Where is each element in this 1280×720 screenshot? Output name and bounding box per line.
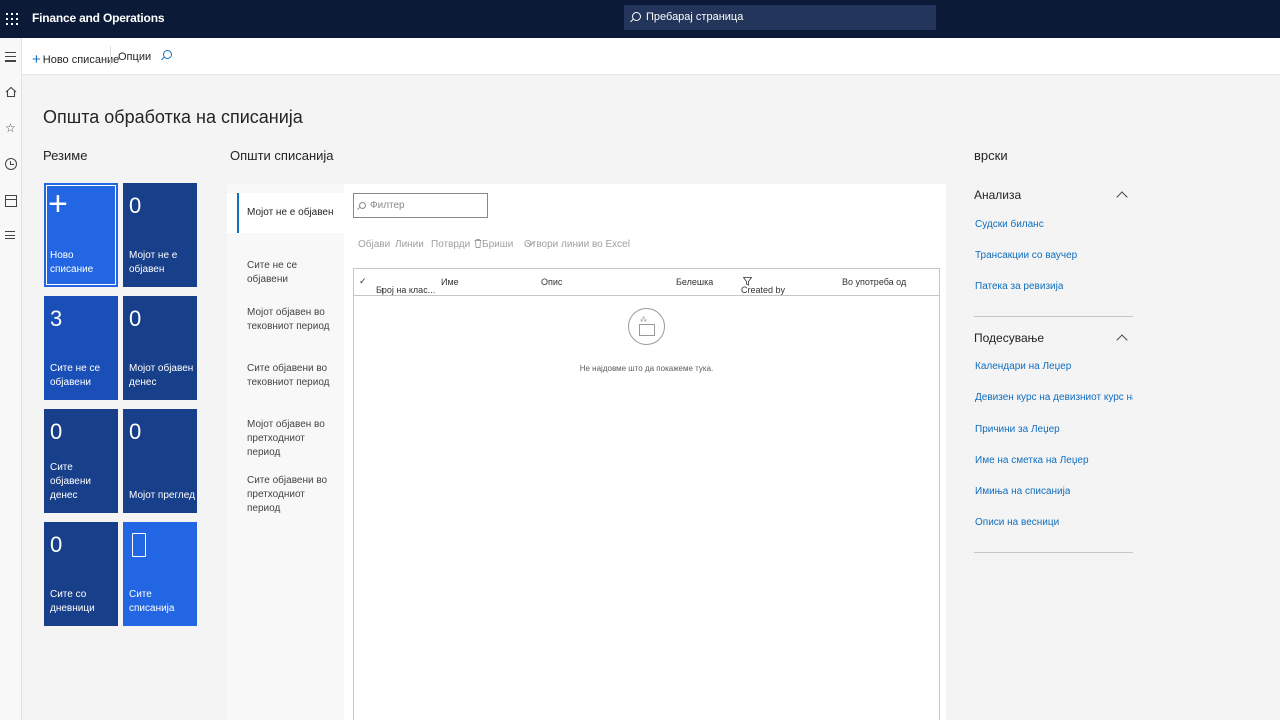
related-links-heading: врски [974,148,1008,163]
app-launcher-icon[interactable] [6,13,18,25]
toolbar-divider [110,46,111,66]
filter-placeholder: Филтер [370,200,405,211]
recent-clock-icon[interactable] [5,158,17,170]
tile-my-posted-today[interactable]: 0 Мојот објавен денес [123,296,197,400]
folder-icon [639,324,655,336]
tile-count: 0 [129,193,142,218]
link-journal-descriptions[interactable]: Описи на весници [975,517,1059,528]
column-header-name[interactable]: Име [441,277,459,287]
column-header-description[interactable]: Опис [541,277,562,287]
plus-icon: + [32,51,41,68]
sort-arrow-up-icon: ↑ [380,285,385,295]
tab-my-unposted[interactable]: Мојот не е објавен [227,193,344,233]
tile-my-unposted[interactable]: 0 Мојот не е објавен [123,183,197,287]
tab-my-posted-current[interactable]: Мојот објавен во тековниот период [227,306,344,334]
link-trial-balance[interactable]: Судски биланс [975,219,1044,230]
tile-all-with-logs[interactable]: 0 Сите со дневници [44,522,118,626]
filter-input[interactable]: Филтер [353,193,488,218]
search-icon [632,12,641,21]
link-exchange-rates[interactable]: Девизен курс на девизниот курс на ... [975,392,1133,403]
navigation-pane: ☆ [0,38,22,720]
options-button[interactable]: Опции [118,51,151,63]
divider [974,552,1133,553]
filter-search-icon [359,202,366,209]
link-voucher-transactions[interactable]: Трансакции со ваучер [975,250,1077,261]
tile-my-review[interactable]: 0 Мојот преглед [123,409,197,513]
link-ledger-reasons[interactable]: Причини за Леџер [975,424,1060,435]
empty-state-message: Не најдовме што да покажеме тука. [579,364,714,373]
tile-all-journals[interactable]: Сите списанија [123,522,197,626]
column-header-note[interactable]: Белешка [676,277,713,287]
tile-label: Мојот преглед [129,490,195,501]
new-journal-label: Ново списание [42,54,120,66]
link-journal-names[interactable]: Имиња на списанија [975,486,1070,497]
journals-grid: ✓ Број на клас... ↑ Име Опис Белешка Cre… [353,268,940,720]
page-title: Општа обработка на списанија [43,107,303,127]
trash-icon [474,239,482,248]
hamburger-menu-icon[interactable] [5,52,17,64]
grid-header: ✓ Број на клас... ↑ Име Опис Белешка Cre… [354,269,939,296]
divider [974,316,1133,317]
empty-state-folder-icon: ⁂ [628,308,665,345]
column-label: Број на клас... [376,285,436,295]
tile-all-unposted[interactable]: 3 Сите не се објавени [44,296,118,400]
top-bar: Finance and Operations Пребарај страница [0,0,1280,38]
tab-my-posted-previous[interactable]: Мојот објавен во претходниот период [227,418,344,460]
new-journal-button[interactable]: + Ново списание [32,50,120,68]
tile-label: Сите списанија [129,589,175,614]
tile-count: 0 [50,532,63,557]
lines-button[interactable]: Линии [395,239,424,250]
delete-label: Бриши [482,239,514,250]
journals-heading: Општи списанија [230,148,334,163]
chevron-up-icon[interactable] [1116,191,1128,203]
tile-label: Ново списание [50,250,94,275]
search-placeholder: Пребарај страница [646,11,744,23]
tile-count: 3 [50,306,63,331]
tab-all-posted-current[interactable]: Сите објавени во тековниот период [227,362,344,390]
favorites-star-icon[interactable]: ☆ [5,122,17,134]
tile-label: Сите не се објавени [50,363,101,388]
tile-all-posted-today[interactable]: 0 Сите објавени денес [44,409,118,513]
column-header-in-use-since[interactable]: Во употреба од [842,277,906,287]
validate-button[interactable]: Потврди [431,239,470,250]
app-title[interactable]: Finance and Operations [32,11,164,25]
link-ledger-calendars[interactable]: Календари на Леџер [975,361,1071,372]
page-search-input[interactable]: Пребарај страница [624,5,936,30]
workspaces-icon[interactable] [5,195,17,207]
summary-heading: Резиме [43,148,88,163]
column-label: Created by [741,285,786,295]
home-icon[interactable] [5,86,17,98]
tab-all-posted-previous[interactable]: Сите објавени во претходниот период [227,474,344,516]
journal-tabs: Мојот не е објавен Сите не се објавени М… [227,184,344,720]
tab-all-unposted[interactable]: Сите не се објавени [227,250,344,285]
journals-panel: Мојот не е објавен Сите не се објавени М… [227,184,946,720]
sparkle-icon: ⁂ [640,317,648,324]
tile-count: 0 [50,419,63,444]
select-all-checkmark-icon[interactable]: ✓ [359,276,367,287]
modules-list-icon[interactable] [5,231,17,243]
column-header-created-by[interactable]: Created by [741,277,785,295]
link-audit-trail[interactable]: Патека за ревизија [975,281,1063,292]
tile-count: 0 [129,306,142,331]
group-analysis-heading[interactable]: Анализа [974,188,1021,202]
plus-icon: + [48,185,68,223]
tile-label: Мојот не е објавен [129,250,178,275]
link-ledger-account-names[interactable]: Име на сметка на Леџер [975,455,1089,466]
open-lines-excel-label: Отвори линии во Excel [524,239,630,250]
post-button[interactable]: Објави [358,239,390,250]
tile-label: Сите со дневници [50,589,95,614]
tile-new-journal[interactable]: + Ново списание [44,183,118,287]
tile-count: 0 [129,419,142,444]
tile-label: Сите објавени денес [50,462,91,501]
delete-button[interactable]: Бриши [474,239,513,250]
action-search-icon[interactable] [163,50,172,59]
open-lines-excel-button[interactable]: Отвори линии во Excel [524,238,630,250]
action-pane: + Ново списание Опции [22,38,1280,75]
chevron-up-icon[interactable] [1116,334,1128,346]
tile-label: Мојот објавен денес [129,363,194,388]
group-setup-heading[interactable]: Подесување [974,331,1044,345]
document-icon [132,533,146,557]
